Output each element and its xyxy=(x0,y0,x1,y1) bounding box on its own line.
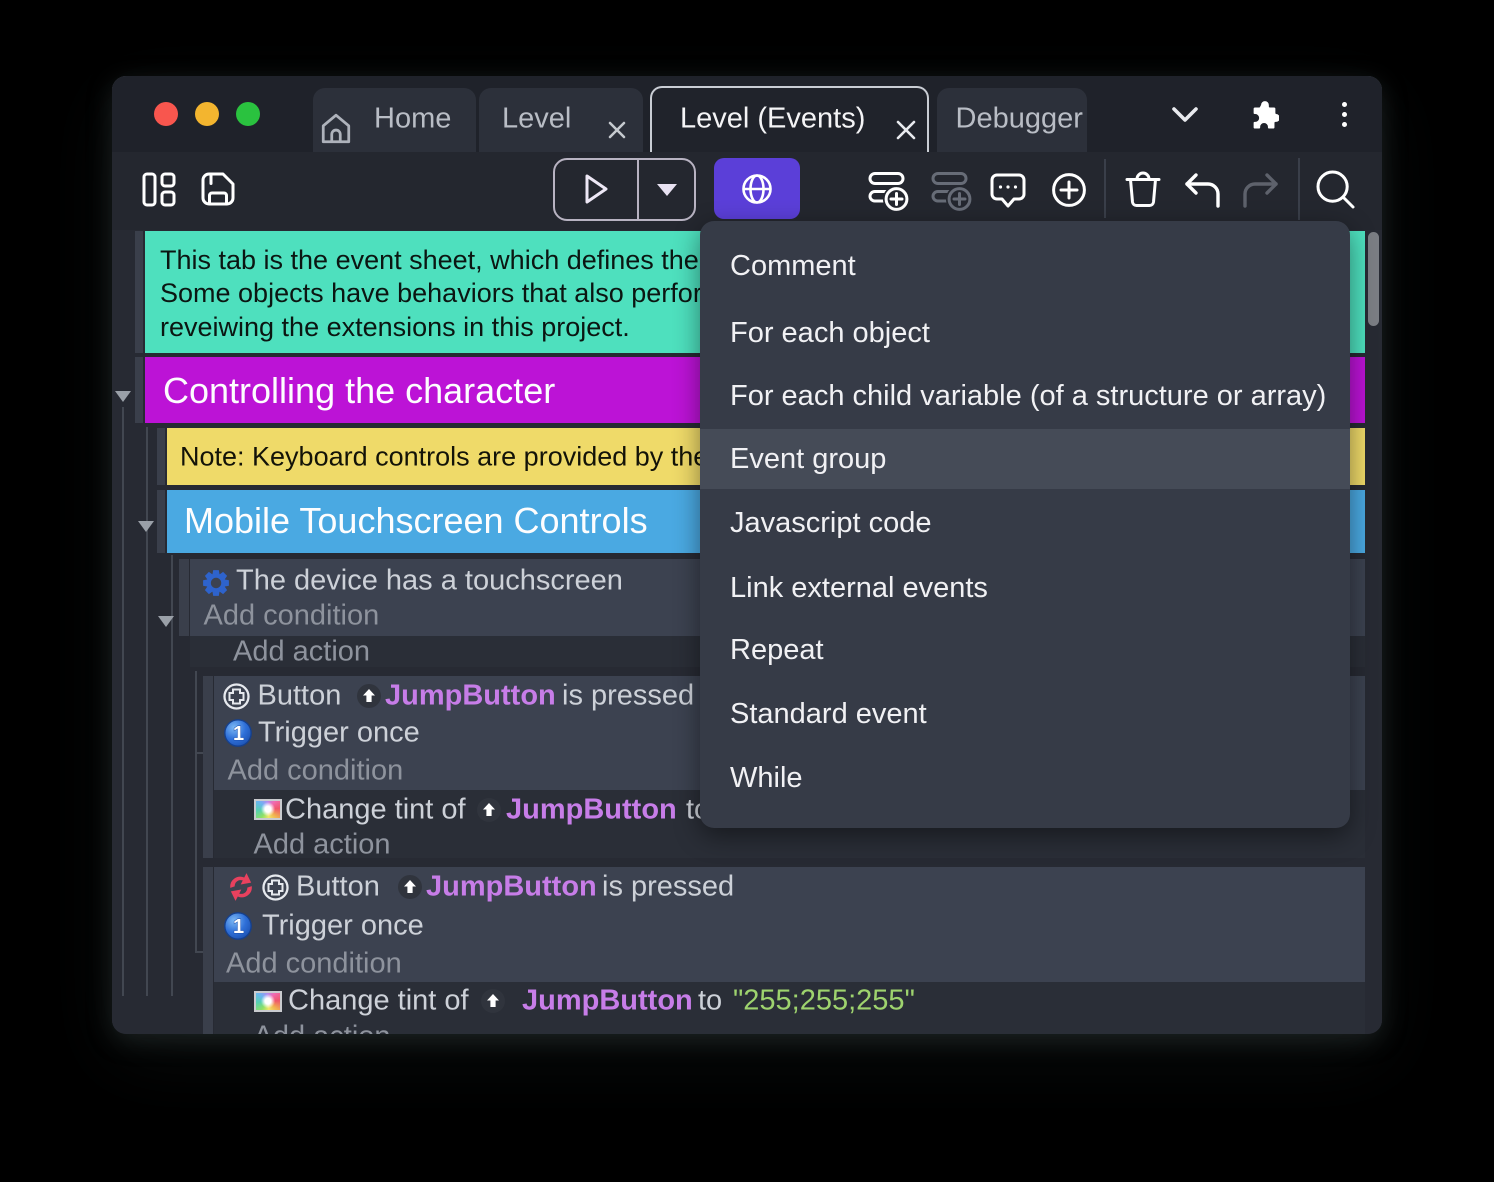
svg-text:1: 1 xyxy=(233,723,244,745)
svg-text:1: 1 xyxy=(232,916,243,938)
